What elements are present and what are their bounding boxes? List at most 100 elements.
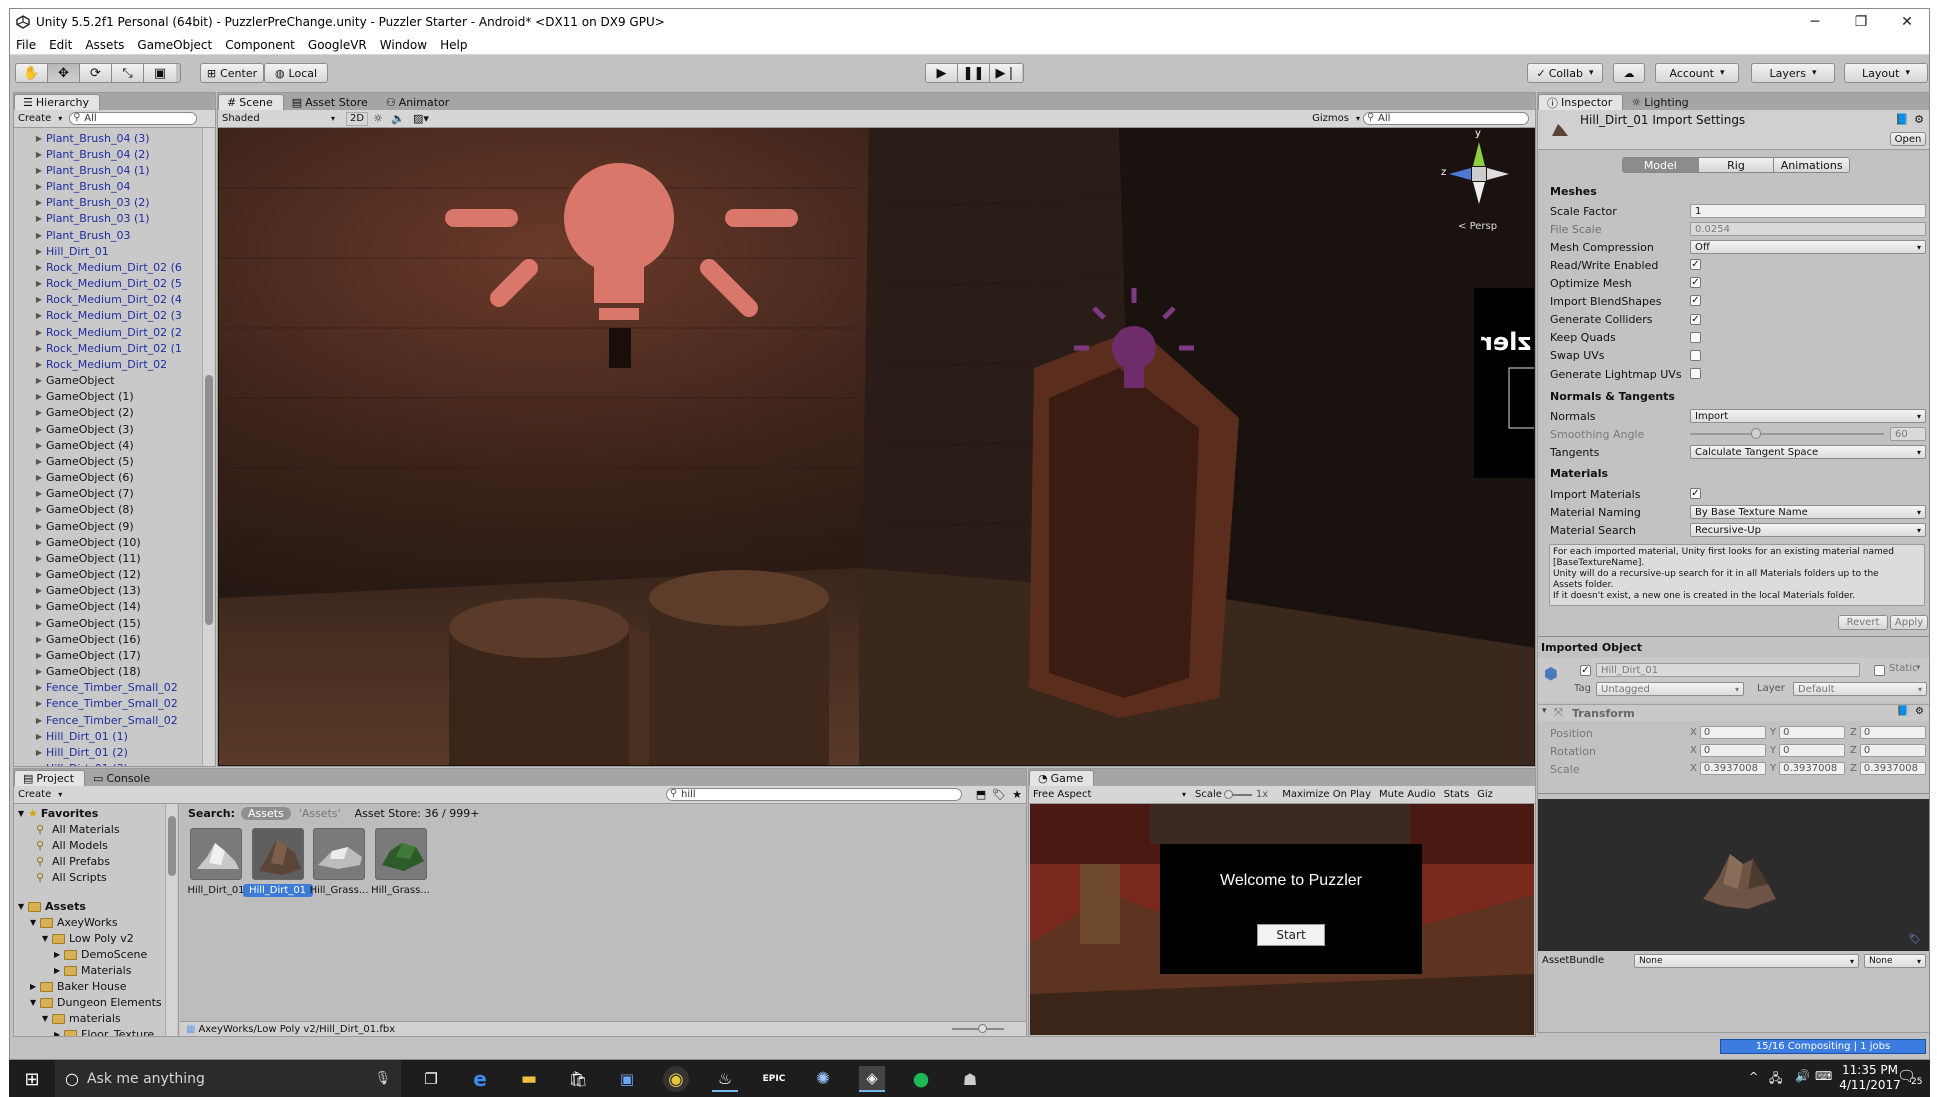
asset-folder-item[interactable]: ▶ Floor_Texture: [54, 1027, 154, 1036]
foldout-closed-icon[interactable]: ▶: [54, 966, 64, 975]
maximize-on-play-toggle[interactable]: Maximize On Play: [1282, 789, 1371, 800]
scene-viewport[interactable]: zler y z < Persp: [219, 128, 1534, 765]
space-local-button[interactable]: ◍ Local: [264, 63, 328, 83]
asset-thumbnail[interactable]: [313, 828, 365, 880]
transform-x-field[interactable]: X 0.3937008: [1690, 762, 1766, 775]
assets-header[interactable]: ▼ Assets: [18, 899, 86, 914]
expand-arrow-icon[interactable]: ▶: [32, 716, 46, 725]
expand-arrow-icon[interactable]: ▶: [32, 586, 46, 595]
filter-type-icon[interactable]: ⬒: [972, 788, 990, 801]
spotify-icon[interactable]: ●: [908, 1066, 934, 1092]
expand-arrow-icon[interactable]: ▶: [32, 554, 46, 563]
stats-toggle[interactable]: Stats: [1444, 789, 1470, 800]
transform-z-field[interactable]: Z0: [1850, 744, 1926, 757]
layer-dropdown[interactable]: Default: [1793, 682, 1927, 696]
close-button[interactable]: ✕: [1884, 9, 1929, 35]
collab-dropdown[interactable]: ✓ Collab: [1527, 63, 1603, 83]
expand-arrow-icon[interactable]: ▶: [32, 489, 46, 498]
hierarchy-item[interactable]: ▶ GameObject (8): [32, 502, 134, 518]
expand-arrow-icon[interactable]: ▶: [32, 214, 46, 223]
tree-scroll-thumb[interactable]: [168, 816, 176, 876]
hierarchy-item[interactable]: ▶ GameObject (2): [32, 405, 134, 421]
menu-edit[interactable]: Edit: [49, 38, 72, 52]
hierarchy-item[interactable]: ▶ Hill_Dirt_01 (1): [32, 728, 128, 744]
windows-start-icon[interactable]: ⊞: [19, 1066, 45, 1092]
tray-chevron-icon[interactable]: ^: [1749, 1070, 1758, 1083]
hierarchy-item[interactable]: ▶ GameObject (16): [32, 631, 141, 647]
mesh-compression-dropdown[interactable]: Off: [1690, 240, 1926, 254]
transform-y-field[interactable]: Y 0.3937008: [1770, 762, 1846, 775]
foldout-open-icon[interactable]: ▼: [30, 998, 40, 1007]
hierarchy-item[interactable]: ▶ GameObject (9): [32, 518, 134, 534]
file-explorer-icon[interactable]: ▬: [516, 1066, 542, 1092]
expand-arrow-icon[interactable]: ▶: [32, 182, 46, 191]
favorite-star-icon[interactable]: ★: [1008, 788, 1026, 801]
scope-folder-button[interactable]: 'Assets': [299, 807, 341, 820]
steam-app-icon[interactable]: ♨: [712, 1066, 738, 1092]
expand-arrow-icon[interactable]: ▶: [32, 344, 46, 353]
transform-help-icon[interactable]: 📘: [1897, 706, 1909, 717]
hierarchy-item[interactable]: ▶ Fence_Timber_Small_02: [32, 696, 178, 712]
transform-z-field[interactable]: Z0: [1850, 726, 1926, 739]
help-book-icon[interactable]: 📘: [1895, 113, 1909, 126]
foldout-closed-icon[interactable]: ▶: [30, 982, 40, 991]
asset-folder-item[interactable]: ▶ Materials: [54, 963, 131, 978]
expand-arrow-icon[interactable]: ▶: [32, 441, 46, 450]
gamepad-app-icon[interactable]: ☗: [957, 1066, 983, 1092]
hierarchy-item[interactable]: ▶ GameObject (7): [32, 486, 134, 502]
compile-status-badge[interactable]: 15/16 Compositing | 1 jobs: [1720, 1039, 1926, 1054]
tab-console[interactable]: ▭ Console: [85, 770, 160, 786]
menu-file[interactable]: File: [16, 38, 36, 52]
start-button[interactable]: Start: [1257, 924, 1325, 946]
expand-arrow-icon[interactable]: ▶: [32, 522, 46, 531]
aspect-dropdown[interactable]: Free Aspect: [1029, 788, 1189, 802]
mesh-option-checkbox[interactable]: ✓: [1690, 313, 1701, 325]
mesh-option-checkbox[interactable]: ✓: [1690, 259, 1701, 270]
tree-scrollbar[interactable]: [165, 804, 177, 1036]
tab-project[interactable]: ▤ Project: [14, 770, 86, 786]
maximize-button[interactable]: ❐: [1838, 9, 1884, 35]
hierarchy-search-input[interactable]: All: [69, 112, 198, 125]
static-dropdown-chevron-icon[interactable]: ▾: [1916, 663, 1921, 673]
transform-header[interactable]: ▾ ⤧ Transform 📘 ⚙: [1538, 704, 1929, 721]
persp-label[interactable]: < Persp: [1458, 221, 1497, 232]
menu-gameobject[interactable]: GameObject: [137, 38, 212, 52]
expand-arrow-icon[interactable]: ▶: [32, 198, 46, 207]
expand-arrow-icon[interactable]: ▶: [32, 619, 46, 628]
asset-folder-item[interactable]: ▼ Dungeon Elements: [30, 995, 162, 1010]
scene-search-input[interactable]: All: [1363, 112, 1529, 125]
expand-arrow-icon[interactable]: ▶: [32, 376, 46, 385]
expand-arrow-icon[interactable]: ▶: [32, 570, 46, 579]
cloud-button[interactable]: ☁: [1613, 63, 1645, 83]
expand-arrow-icon[interactable]: ▶: [32, 764, 46, 766]
hierarchy-create-dropdown[interactable]: Create: [14, 112, 65, 126]
thumbnail-size-slider[interactable]: [952, 1024, 1004, 1033]
tab-hierarchy[interactable]: ☰ Hierarchy: [14, 94, 101, 110]
hierarchy-item[interactable]: ▶ Rock_Medium_Dirt_02: [32, 356, 167, 372]
scale-tool-icon[interactable]: ⤡: [112, 64, 144, 82]
hierarchy-item[interactable]: ▶ Rock_Medium_Dirt_02 (3: [32, 308, 182, 324]
taskbar-clock[interactable]: 11:35 PM 4/11/2017: [1835, 1063, 1905, 1093]
expand-arrow-icon[interactable]: ▶: [32, 683, 46, 692]
project-create-dropdown[interactable]: Create: [14, 788, 65, 802]
orientation-gizmo[interactable]: y z: [1439, 128, 1519, 214]
chrome-browser-icon[interactable]: ◉: [663, 1066, 689, 1092]
hierarchy-scrollbar[interactable]: [202, 128, 214, 766]
unity-taskbar-icon[interactable]: ◈: [859, 1066, 885, 1092]
hierarchy-item[interactable]: ▶ Rock_Medium_Dirt_02 (2: [32, 324, 182, 340]
material-naming-dropdown[interactable]: By Base Texture Name: [1690, 505, 1926, 519]
expand-arrow-icon[interactable]: ▶: [32, 425, 46, 434]
menu-window[interactable]: Window: [380, 38, 427, 52]
menu-help[interactable]: Help: [440, 38, 467, 52]
asset-folder-item[interactable]: ▼ materials: [42, 1011, 121, 1026]
epic-games-icon[interactable]: EPIC: [761, 1066, 787, 1092]
filter-label-icon[interactable]: 🏷: [990, 788, 1008, 801]
mode-2d-toggle[interactable]: 2D: [346, 111, 368, 126]
favorite-item[interactable]: ⚲ All Models: [36, 838, 108, 853]
pivot-center-button[interactable]: ⊞ Center: [200, 63, 264, 83]
mesh-option-checkbox[interactable]: [1690, 331, 1701, 343]
tab-animations[interactable]: Animations: [1773, 158, 1849, 172]
expand-arrow-icon[interactable]: ▶: [32, 150, 46, 159]
hierarchy-item[interactable]: ▶ GameObject (5): [32, 453, 134, 469]
revert-button[interactable]: Revert: [1838, 615, 1888, 630]
